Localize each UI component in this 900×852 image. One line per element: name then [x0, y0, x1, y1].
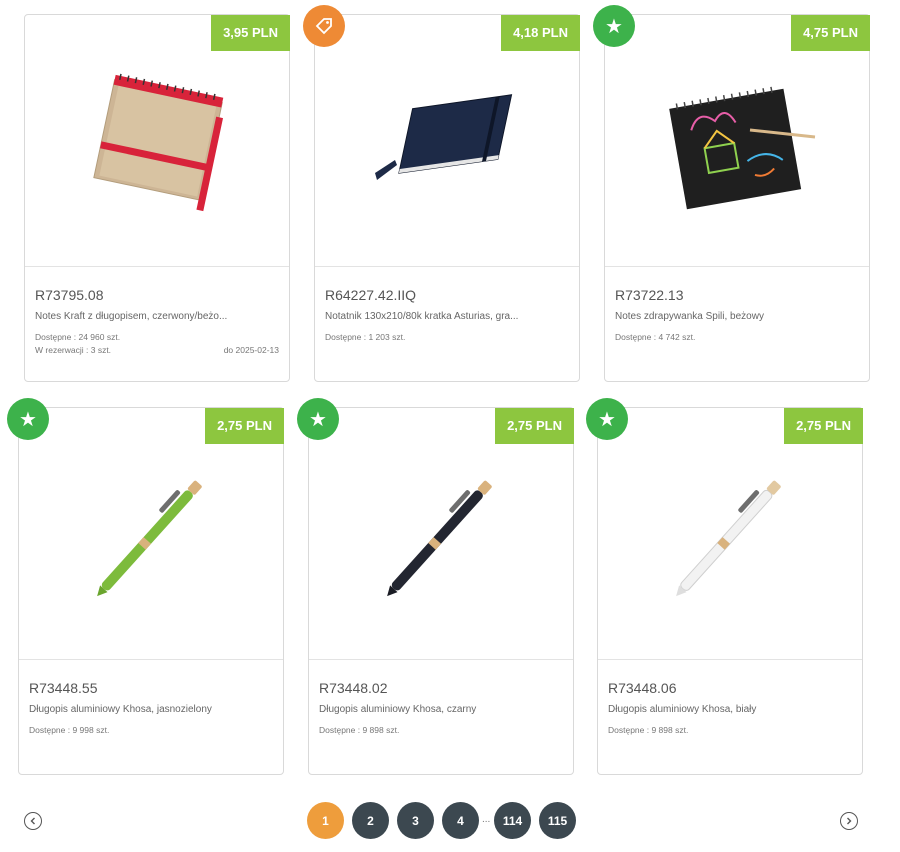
product-card[interactable]: ★ 2,75 PLN R73448.55 Długopis aluminiowy…	[7, 398, 284, 775]
page-button-1[interactable]: 1	[307, 802, 344, 839]
tag-icon	[303, 5, 345, 47]
product-card[interactable]: ★ 2,75 PLN R73448.02 Długopis aluminiowy…	[297, 398, 574, 775]
page-button-2[interactable]: 2	[352, 802, 389, 839]
star-icon: ★	[586, 398, 628, 440]
star-icon: ★	[593, 5, 635, 47]
reservation-date: do 2025-02-13	[223, 345, 279, 355]
price-badge: 2,75 PLN	[205, 408, 284, 444]
price-badge: 2,75 PLN	[784, 408, 863, 444]
product-name[interactable]: Notes Kraft z długopisem, czerwony/beżo.…	[35, 311, 227, 322]
stock-info: Dostępne : 4 742 szt.	[615, 332, 696, 342]
reservation-info: W rezerwacji : 3 szt.	[35, 345, 112, 355]
stock-info: Dostępne : 1 203 szt.	[325, 332, 406, 342]
product-code[interactable]: R73448.55	[29, 680, 98, 696]
product-name[interactable]: Notes zdrapywanka Spili, beżowy	[615, 311, 764, 322]
product-card[interactable]: ★ 2,75 PLN R73448.06 Długopis aluminiowy…	[586, 398, 863, 775]
page-button-115[interactable]: 115	[539, 802, 576, 839]
product-code[interactable]: R73448.02	[319, 680, 388, 696]
product-name[interactable]: Długopis aluminiowy Khosa, biały	[608, 704, 756, 715]
pagination-ellipsis: ...	[482, 814, 491, 825]
product-code[interactable]: R64227.42.IIQ	[325, 287, 416, 303]
chevron-left-icon[interactable]	[24, 812, 42, 830]
price-badge: 4,75 PLN	[791, 15, 870, 51]
product-card[interactable]: 3,95 PLN R73795.08 Notes Kraft z długopi…	[24, 14, 290, 382]
product-image[interactable]	[605, 15, 869, 267]
product-name[interactable]: Długopis aluminiowy Khosa, czarny	[319, 704, 476, 715]
price-badge: 3,95 PLN	[211, 15, 290, 51]
product-image[interactable]	[315, 15, 579, 267]
product-image[interactable]	[309, 408, 573, 660]
product-card[interactable]: 4,18 PLN R64227.42.IIQ Notatnik 130x210/…	[303, 5, 580, 382]
product-code[interactable]: R73795.08	[35, 287, 104, 303]
product-card[interactable]: ★ 4,75 PLN R73722.13 Notes zdrapywanka S…	[593, 5, 870, 382]
price-badge: 2,75 PLN	[495, 408, 574, 444]
product-code[interactable]: R73448.06	[608, 680, 677, 696]
page-button-114[interactable]: 114	[494, 802, 531, 839]
product-image[interactable]	[19, 408, 283, 660]
stock-info: Dostępne : 24 960 szt.	[35, 332, 121, 342]
product-name[interactable]: Długopis aluminiowy Khosa, jasnozielony	[29, 704, 212, 715]
product-code[interactable]: R73722.13	[615, 287, 684, 303]
price-badge: 4,18 PLN	[501, 15, 580, 51]
star-icon: ★	[297, 398, 339, 440]
product-name[interactable]: Notatnik 130x210/80k kratka Asturias, gr…	[325, 311, 518, 322]
star-icon: ★	[7, 398, 49, 440]
stock-info: Dostępne : 9 898 szt.	[608, 725, 689, 735]
product-image[interactable]	[598, 408, 862, 660]
page-button-4[interactable]: 4	[442, 802, 479, 839]
chevron-right-icon[interactable]	[840, 812, 858, 830]
stock-info: Dostępne : 9 898 szt.	[319, 725, 400, 735]
stock-info: Dostępne : 9 998 szt.	[29, 725, 110, 735]
page-button-3[interactable]: 3	[397, 802, 434, 839]
product-image[interactable]	[25, 15, 289, 267]
